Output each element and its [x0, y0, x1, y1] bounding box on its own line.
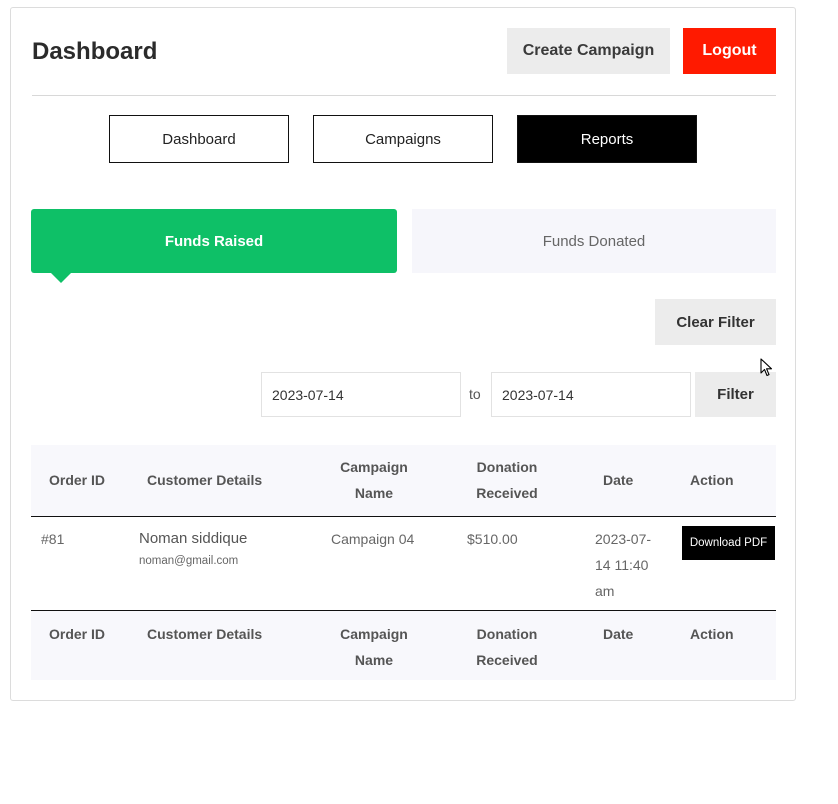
footer-col-campaign-line1: Campaign: [340, 626, 408, 642]
col-donation-line1: Donation: [476, 459, 538, 475]
table-header: Order ID Customer Details Campaign Name …: [31, 445, 776, 517]
nav-campaigns-button[interactable]: Campaigns: [313, 115, 493, 163]
col-date: Date: [603, 472, 634, 488]
footer-col-order-id: Order ID: [49, 626, 106, 642]
from-date-input[interactable]: 2023-07-14: [261, 372, 461, 417]
row-date-line2: 14 11:40: [595, 557, 649, 573]
to-label: to: [469, 386, 481, 402]
to-date-input[interactable]: 2023-07-14: [491, 372, 691, 417]
footer-col-donation-received: Donation Received: [452, 621, 562, 673]
create-campaign-button[interactable]: Create Campaign: [507, 28, 670, 74]
footer-col-date: Date: [603, 626, 634, 642]
footer-col-donation-line2: Received: [476, 652, 538, 668]
col-campaign-name: Campaign Name: [319, 454, 429, 506]
nav-dashboard-button[interactable]: Dashboard: [109, 115, 289, 163]
tab-funds-raised[interactable]: Funds Raised: [31, 209, 397, 273]
row-order-id: #81: [41, 531, 65, 547]
row-date-line1: 2023-07-: [595, 531, 652, 547]
clear-filter-button[interactable]: Clear Filter: [655, 299, 776, 345]
col-campaign-line2: Name: [354, 485, 394, 501]
col-donation-line2: Received: [476, 485, 538, 501]
download-pdf-button[interactable]: Download PDF: [682, 526, 775, 560]
col-campaign-line1: Campaign: [340, 459, 408, 475]
col-customer-details: Customer Details: [147, 472, 263, 488]
filter-button[interactable]: Filter: [695, 372, 776, 417]
dashboard-card: Dashboard Create Campaign Logout Dashboa…: [10, 7, 796, 701]
footer-col-campaign-line2: Name: [354, 652, 394, 668]
row-campaign: Campaign 04: [331, 531, 415, 547]
page-title: Dashboard: [32, 38, 158, 65]
col-donation-received: Donation Received: [452, 454, 562, 506]
active-tab-indicator: [51, 273, 71, 283]
footer-col-campaign-name: Campaign Name: [319, 621, 429, 673]
col-action: Action: [690, 472, 734, 488]
row-amount: $510.00: [467, 531, 518, 547]
table-footer: Order ID Customer Details Campaign Name …: [31, 610, 776, 680]
row-customer-name: Noman siddique: [139, 530, 248, 547]
col-order-id: Order ID: [49, 472, 106, 488]
tab-funds-donated[interactable]: Funds Donated: [412, 209, 776, 273]
mouse-cursor-icon: [760, 358, 773, 377]
footer-col-customer-details: Customer Details: [147, 626, 263, 642]
footer-col-donation-line1: Donation: [476, 626, 538, 642]
header: Dashboard Create Campaign Logout: [32, 28, 776, 96]
nav-reports-button[interactable]: Reports: [517, 115, 697, 163]
row-date-line3: am: [595, 583, 615, 599]
footer-col-action: Action: [690, 626, 734, 642]
row-customer-email: noman@gmail.com: [139, 555, 239, 567]
row-date: 2023-07- 14 11:40 am: [595, 526, 651, 604]
logout-button[interactable]: Logout: [683, 28, 776, 74]
